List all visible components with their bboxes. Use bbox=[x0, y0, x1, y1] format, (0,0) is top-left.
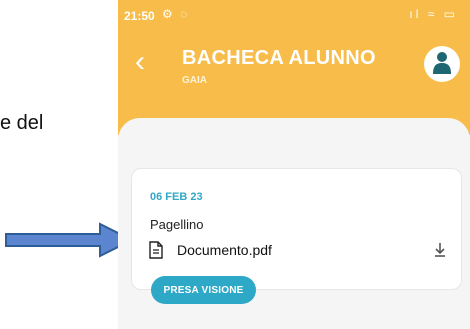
status-right-icons: ıl ≈ ▭ bbox=[409, 7, 458, 21]
screenshot-page: e del 21:50 ⚙ ◌ ıl ≈ ▭ ‹ BACHECA ALUNNO … bbox=[0, 0, 470, 329]
document-icon bbox=[149, 241, 163, 259]
attachment-row[interactable]: Documento.pdf bbox=[148, 237, 448, 263]
pointer-arrow-icon bbox=[5, 222, 134, 258]
page-title: BACHECA ALUNNO bbox=[182, 47, 376, 69]
status-bar: 21:50 ⚙ ◌ ıl ≈ ▭ bbox=[118, 0, 470, 30]
notice-title: Pagellino bbox=[150, 217, 204, 232]
attachment-name: Documento.pdf bbox=[177, 242, 272, 258]
phone-screen: 21:50 ⚙ ◌ ıl ≈ ▭ ‹ BACHECA ALUNNO GAIA 0… bbox=[118, 0, 470, 329]
user-icon bbox=[433, 52, 451, 74]
presa-visione-button[interactable]: PRESA VISIONE bbox=[151, 276, 256, 304]
app-header: 21:50 ⚙ ◌ ıl ≈ ▭ ‹ BACHECA ALUNNO GAIA bbox=[118, 0, 470, 135]
notice-date: 06 FEB 23 bbox=[150, 191, 203, 203]
notice-card: 06 FEB 23 Pagellino Documento.pdf PRESA … bbox=[131, 168, 462, 304]
left-text-fragment: e del bbox=[0, 112, 44, 134]
status-time: 21:50 bbox=[124, 9, 155, 23]
student-name: GAIA bbox=[182, 75, 207, 86]
back-icon: ‹ bbox=[135, 45, 145, 78]
download-icon[interactable] bbox=[432, 241, 448, 259]
back-button[interactable]: ‹ bbox=[128, 45, 152, 79]
status-left-icons: ⚙ ◌ bbox=[162, 7, 190, 21]
avatar[interactable] bbox=[424, 46, 460, 82]
